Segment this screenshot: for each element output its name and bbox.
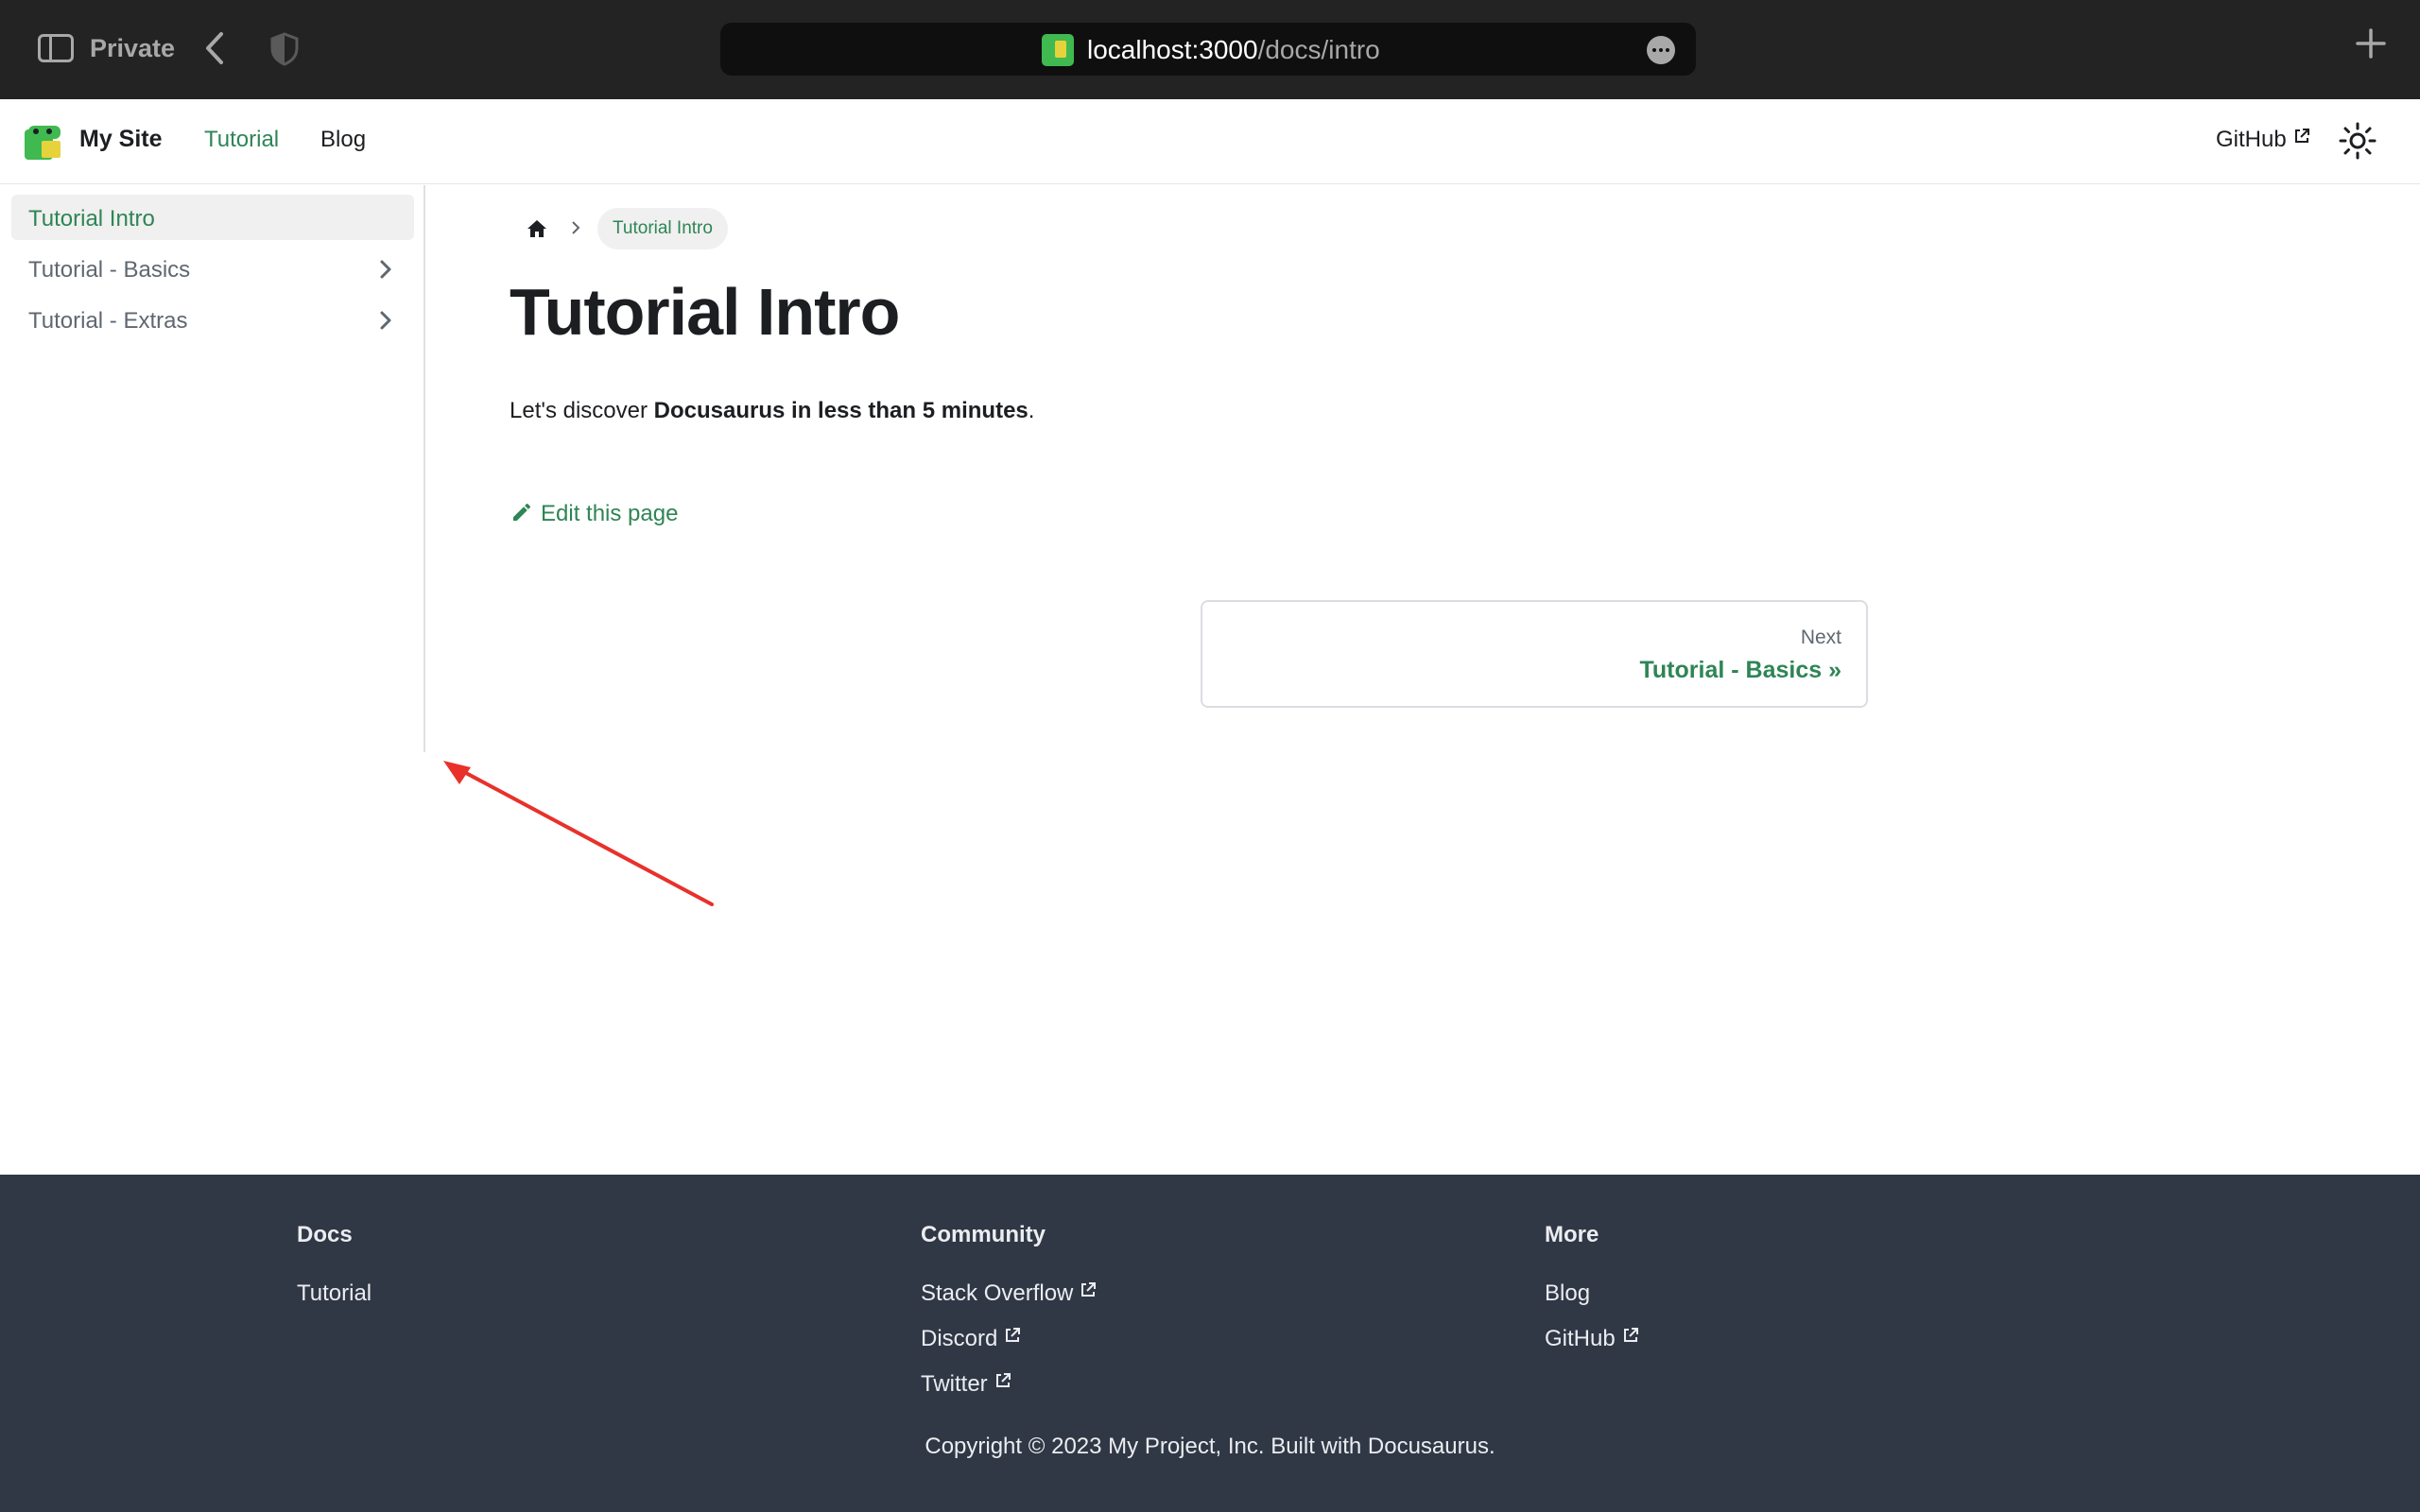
footer-link-stack-overflow[interactable]: Stack Overflow <box>921 1280 1097 1307</box>
footer-title-docs: Docs <box>297 1222 353 1247</box>
sidebar-item-tutorial-basics[interactable]: Tutorial - Basics <box>11 246 414 291</box>
footer-title-community: Community <box>921 1222 1046 1247</box>
sidebar-item-label: Tutorial Intro <box>28 206 155 232</box>
nav-link-tutorial[interactable]: Tutorial <box>204 127 279 153</box>
pager-label: Tutorial - Basics » <box>1639 657 1842 683</box>
footer-copyright: Copyright © 2023 My Project, Inc. Built … <box>925 1434 1495 1459</box>
annotation-arrow <box>443 761 714 906</box>
sun-icon[interactable] <box>2339 122 2377 160</box>
next-page-button[interactable]: Next Tutorial - Basics » <box>1201 600 1868 708</box>
site-title[interactable]: My Site <box>79 126 163 153</box>
shield-icon[interactable] <box>269 32 300 66</box>
logo-icon[interactable] <box>23 122 66 162</box>
footer-link-discord[interactable]: Discord <box>921 1326 1021 1352</box>
external-link-icon <box>995 1373 1011 1387</box>
external-link-icon <box>1006 1328 1021 1342</box>
intro-paragraph: Let's discover Docusaurus in less than 5… <box>510 398 1035 423</box>
external-link-icon <box>2294 129 2309 143</box>
edit-page-label: Edit this page <box>541 501 679 526</box>
docs-sidebar: Tutorial Intro Tutorial - Basics Tutoria… <box>0 185 425 752</box>
sidebar-item-tutorial-extras[interactable]: Tutorial - Extras <box>11 297 414 342</box>
chevron-right-icon <box>572 221 580 234</box>
more-options-icon[interactable] <box>1647 36 1675 64</box>
sidebar-item-tutorial-intro[interactable]: Tutorial Intro <box>11 195 414 240</box>
pencil-icon <box>513 503 531 521</box>
nav-link-blog[interactable]: Blog <box>320 127 366 153</box>
chevron-right-icon[interactable] <box>378 259 393 280</box>
sidebar-item-label: Tutorial - Extras <box>28 308 188 334</box>
footer-link-twitter[interactable]: Twitter <box>921 1371 1011 1398</box>
page-title: Tutorial Intro <box>510 275 900 349</box>
footer-link-tutorial[interactable]: Tutorial <box>297 1280 372 1307</box>
external-link-icon <box>1081 1282 1097 1297</box>
home-icon[interactable] <box>526 217 548 240</box>
new-tab-icon[interactable] <box>2356 28 2386 59</box>
site-footer: Docs Tutorial Community Stack Overflow D… <box>0 1175 2420 1512</box>
pager-sublabel: Next <box>1800 627 1841 648</box>
external-link-icon <box>1623 1328 1638 1342</box>
site-navbar: My Site Tutorial Blog GitHub <box>0 99 2420 184</box>
nav-github-label: GitHub <box>2216 127 2287 152</box>
edit-page-link[interactable]: Edit this page <box>510 501 678 527</box>
private-mode-label: Private <box>90 34 176 62</box>
address-bar[interactable]: localhost:3000/docs/intro <box>720 23 1696 76</box>
footer-title-more: More <box>1545 1222 1599 1247</box>
footer-link-github[interactable]: GitHub <box>1545 1326 1639 1352</box>
sidebar-toggle-icon[interactable] <box>38 34 74 62</box>
browser-toolbar: Private localhost:3000/docs/intro <box>0 0 2420 99</box>
breadcrumb-current: Tutorial Intro <box>597 208 728 249</box>
footer-link-blog[interactable]: Blog <box>1545 1280 1590 1307</box>
site-favicon-icon <box>1042 34 1074 66</box>
back-arrow-icon[interactable] <box>200 30 229 66</box>
url-text: localhost:3000/docs/intro <box>1087 35 1380 64</box>
sidebar-item-label: Tutorial - Basics <box>28 257 191 283</box>
chevron-right-icon[interactable] <box>378 310 393 331</box>
nav-link-github[interactable]: GitHub <box>2216 127 2310 153</box>
